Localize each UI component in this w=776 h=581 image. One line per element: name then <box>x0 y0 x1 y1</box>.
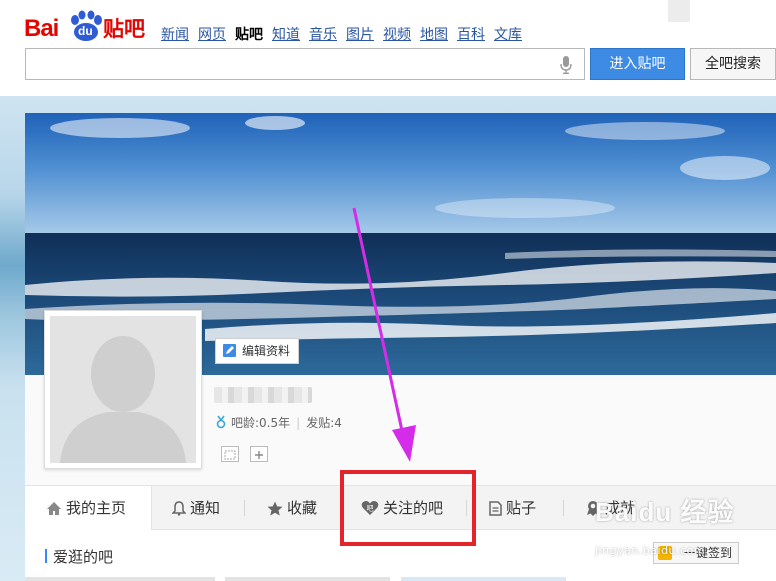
logo-du-text: du <box>78 24 93 38</box>
section-title: 爱逛的吧 <box>45 549 113 565</box>
tab-favorites[interactable]: 收藏 <box>267 486 317 530</box>
header: Bai du 贴吧 新闻 网页 贴吧 知道 音乐 图片 视频 地图 百科 文库 进入贴吧 全吧搜索 <box>0 0 776 96</box>
gender-icon <box>216 415 226 429</box>
nav-link-tieba[interactable]: 贴吧 <box>235 26 263 44</box>
bar-tile[interactable] <box>25 577 215 581</box>
logo-bai-text: Bai <box>24 15 59 42</box>
bar-age-text: 吧龄:0.5年 <box>231 416 291 430</box>
search-input[interactable] <box>26 49 546 79</box>
title-accent-bar <box>45 549 47 563</box>
avatar <box>50 316 196 463</box>
tab-divider <box>244 500 245 516</box>
section-title-text: 爱逛的吧 <box>53 548 114 566</box>
tab-home[interactable]: 我的主页 <box>25 486 152 530</box>
nav-link-baike[interactable]: 百科 <box>457 26 485 44</box>
tab-divider <box>563 500 564 516</box>
all-tieba-search-button[interactable]: 全吧搜索 <box>690 48 776 80</box>
bar-tile[interactable] <box>401 577 566 581</box>
tab-notifications-label: 通知 <box>190 499 221 517</box>
search-box <box>25 48 585 80</box>
tab-home-label: 我的主页 <box>66 499 127 517</box>
edit-profile-button[interactable]: 编辑资料 <box>215 338 300 364</box>
edit-pencil-icon <box>223 344 236 357</box>
nav-link-images[interactable]: 图片 <box>346 26 374 44</box>
nav-link-wenku[interactable]: 文库 <box>494 26 522 44</box>
star-icon <box>267 501 283 516</box>
microphone-icon[interactable] <box>560 56 572 74</box>
top-navigation: 新闻 网页 贴吧 知道 音乐 图片 视频 地图 百科 文库 <box>161 26 531 44</box>
baidu-jingyan-watermark: Baidu 经验 jingyan.baidu.com <box>595 492 735 557</box>
blurred-username <box>214 387 312 403</box>
nav-link-map[interactable]: 地图 <box>420 26 448 44</box>
nav-link-video[interactable]: 视频 <box>383 26 411 44</box>
watermark-url-text: jingyan.baidu.com <box>595 544 706 557</box>
badge-card-icon[interactable] <box>221 446 239 462</box>
nav-link-news[interactable]: 新闻 <box>161 26 189 44</box>
tab-notifications[interactable]: 通知 <box>172 486 220 530</box>
user-stats: 吧龄:0.5年 | 发贴:4 <box>215 415 342 431</box>
nav-link-web[interactable]: 网页 <box>198 26 226 44</box>
avatar-frame[interactable] <box>44 310 202 469</box>
logo-tieba-text: 贴吧 <box>103 17 145 41</box>
corner-widget <box>668 0 690 22</box>
default-avatar-silhouette-icon <box>60 336 186 463</box>
watermark-main-text: Baidu 经验 <box>595 497 735 527</box>
enter-tieba-button[interactable]: 进入贴吧 <box>590 48 685 80</box>
edit-profile-label: 编辑资料 <box>242 344 291 358</box>
tab-posts-label: 贴子 <box>506 499 537 517</box>
nav-link-music[interactable]: 音乐 <box>309 26 337 44</box>
post-count-text: 发贴:4 <box>306 416 342 430</box>
tab-posts[interactable]: 贴子 <box>489 486 536 530</box>
home-icon <box>47 502 61 515</box>
baidu-tieba-logo[interactable]: Bai du 贴吧 <box>24 10 146 42</box>
nav-link-zhidao[interactable]: 知道 <box>272 26 300 44</box>
highlight-annotation-box <box>340 470 476 546</box>
add-plus-icon[interactable] <box>250 446 268 462</box>
bar-tile[interactable] <box>225 577 390 581</box>
stats-separator: | <box>296 416 301 430</box>
bell-icon <box>172 501 186 516</box>
tab-favorites-label: 收藏 <box>287 499 318 517</box>
document-icon <box>489 501 502 516</box>
